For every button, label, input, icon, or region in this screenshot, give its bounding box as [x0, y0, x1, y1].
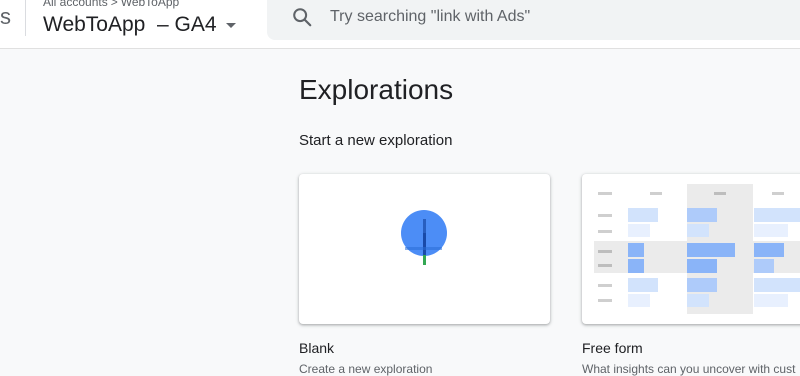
search-input[interactable]: Try searching "link with Ads" — [330, 8, 530, 26]
property-selector[interactable]: WebToApp – GA4 — [43, 12, 237, 38]
free-form-table-illustration — [594, 184, 800, 314]
header-divider — [25, 0, 26, 36]
property-selector-label: WebToApp – GA4 — [43, 13, 217, 36]
caret-down-icon — [226, 22, 237, 28]
blank-template-description: Create a new exploration — [299, 362, 433, 376]
blank-template-title[interactable]: Blank — [299, 340, 334, 356]
app-name-fragment: s — [0, 4, 11, 29]
top-bar: s All accounts > WebToApp WebToApp – GA4 T… — [0, 0, 800, 49]
blank-template-card[interactable] — [299, 174, 550, 324]
add-circle-icon — [401, 210, 447, 265]
breadcrumb-account[interactable]: All accounts — [43, 0, 108, 9]
breadcrumb: All accounts > WebToApp — [43, 0, 179, 9]
section-title: Start a new exploration — [299, 132, 453, 149]
breadcrumb-property[interactable]: WebToApp — [121, 0, 179, 9]
free-form-template-title[interactable]: Free form — [582, 340, 643, 356]
search-icon — [293, 8, 312, 27]
search-bar[interactable]: Try searching "link with Ads" — [267, 0, 800, 40]
page-title: Explorations — [299, 74, 454, 105]
free-form-template-card[interactable] — [582, 174, 800, 324]
free-form-template-description: What insights can you uncover with cust — [582, 362, 796, 376]
chevron-right-icon: > — [110, 0, 118, 9]
